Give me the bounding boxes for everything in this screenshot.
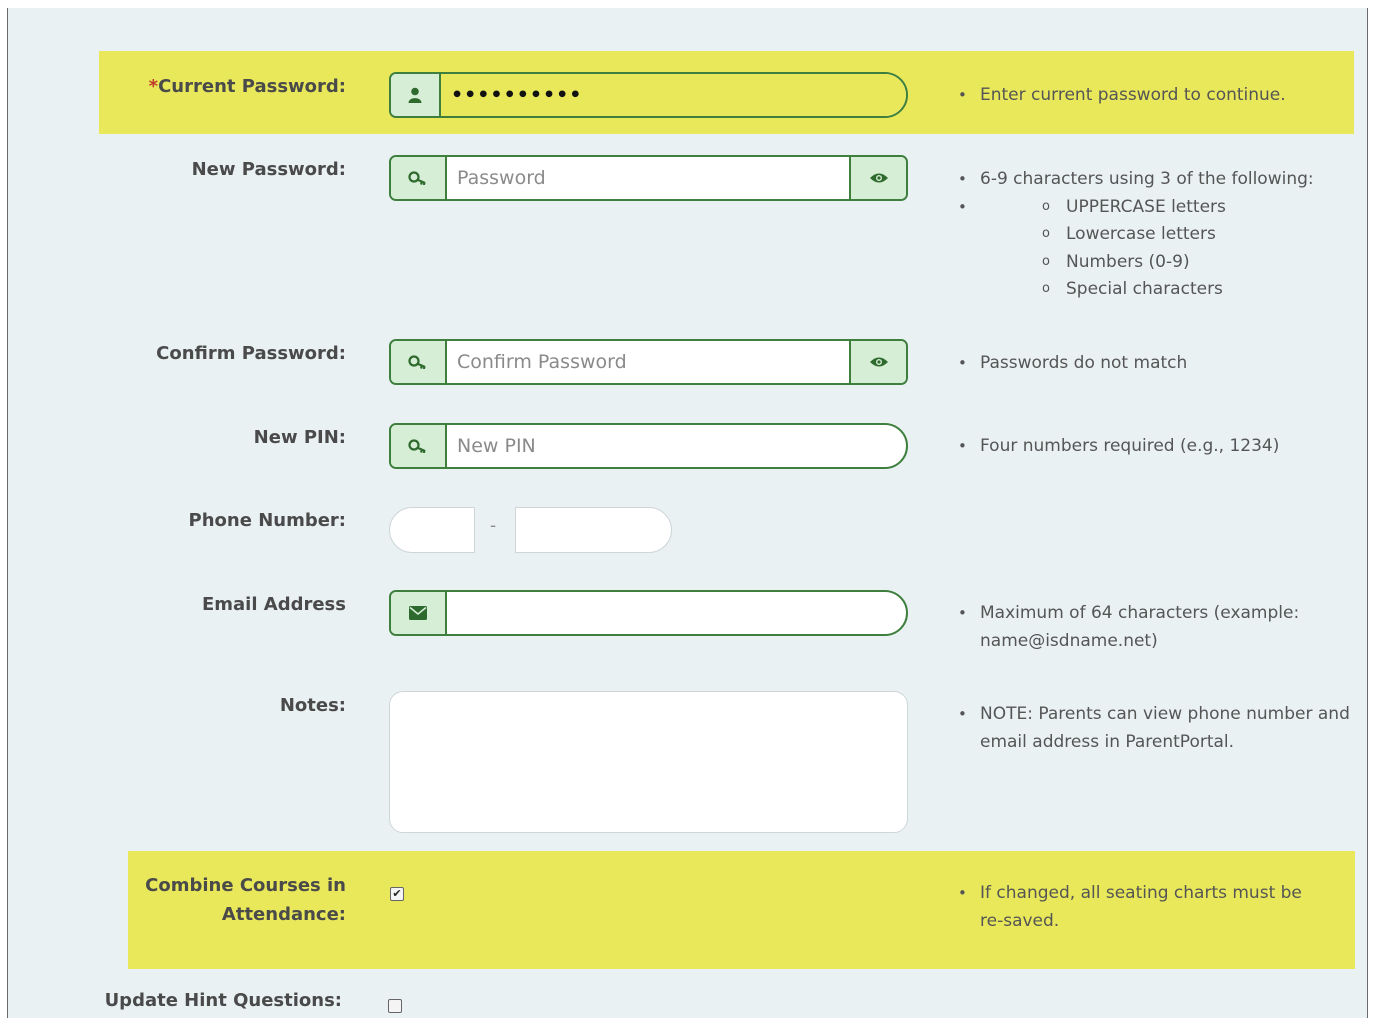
user-icon <box>391 74 441 116</box>
phone-area-code-input[interactable] <box>389 507 475 553</box>
new-password-field[interactable]: Password <box>389 155 908 201</box>
current-password-help: Enter current password to continue. <box>958 82 1286 110</box>
new-password-input[interactable]: Password <box>447 157 849 199</box>
confirm-password-input[interactable]: Confirm Password <box>447 341 849 383</box>
phone-separator: - <box>490 516 497 536</box>
new-pin-help: Four numbers required (e.g., 1234) <box>958 433 1279 461</box>
confirm-password-help: Passwords do not match <box>958 350 1187 378</box>
key-icon <box>391 425 447 467</box>
key-icon <box>391 341 447 383</box>
current-password-input[interactable]: •••••••••• <box>441 74 906 116</box>
email-label: Email Address <box>201 594 346 615</box>
new-pin-field[interactable]: New PIN <box>389 423 908 469</box>
email-help: Maximum of 64 characters (example: name@… <box>958 600 1318 655</box>
update-hint-checkbox[interactable] <box>388 999 402 1013</box>
notes-label: Notes: <box>279 695 346 716</box>
email-input[interactable] <box>447 592 906 634</box>
combine-courses-label: Combine Courses in Attendance: <box>145 875 346 925</box>
combine-courses-help: If changed, all seating charts must be r… <box>958 880 1328 935</box>
new-password-help: 6-9 characters using 3 of the following:… <box>958 166 1358 304</box>
eye-icon[interactable] <box>849 157 906 199</box>
update-hint-label: Update Hint Questions: <box>104 990 342 1011</box>
envelope-icon <box>391 592 447 634</box>
new-password-label: New Password: <box>191 159 346 180</box>
new-pin-label: New PIN: <box>253 427 346 448</box>
combine-courses-checkbox[interactable]: ✔ <box>390 887 404 901</box>
new-pin-input[interactable]: New PIN <box>447 425 906 467</box>
confirm-password-field[interactable]: Confirm Password <box>389 339 908 385</box>
eye-icon[interactable] <box>849 341 906 383</box>
phone-number-input[interactable] <box>515 507 672 553</box>
key-icon <box>391 157 447 199</box>
notes-textarea[interactable] <box>389 691 908 833</box>
email-field[interactable] <box>389 590 908 636</box>
current-password-label: *Current Password: <box>148 76 346 97</box>
confirm-password-label: Confirm Password: <box>156 343 346 364</box>
phone-label: Phone Number: <box>188 510 346 531</box>
current-password-field[interactable]: •••••••••• <box>389 72 908 118</box>
notes-help: NOTE: Parents can view phone number and … <box>958 701 1358 756</box>
